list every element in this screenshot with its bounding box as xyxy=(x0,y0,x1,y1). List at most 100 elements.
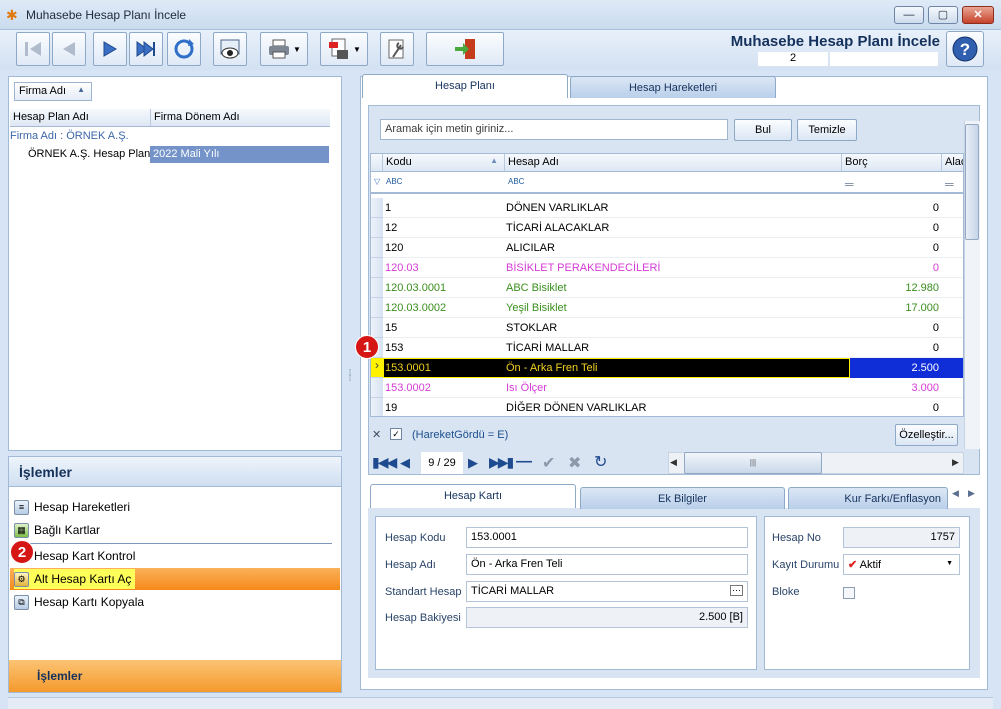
linked-cards-icon: ▦ xyxy=(14,522,29,538)
filter-kodu[interactable]: ABC xyxy=(383,172,505,194)
nav-prev-icon[interactable]: ◀ xyxy=(400,455,410,471)
table-row[interactable]: 120.03.0002 Yeşil Bisiklet 17.000 xyxy=(383,298,963,318)
column-period-name[interactable]: Firma Dönem Adı xyxy=(150,109,330,127)
cell-name: BİSİKLET PERAKENDECİLERİ xyxy=(506,262,661,274)
tab-ek-bilgiler[interactable]: Ek Bilgiler xyxy=(580,487,785,509)
filter-enabled-checkbox[interactable]: ✓ xyxy=(390,428,402,440)
tab-hesap-karti[interactable]: Hesap Kartı xyxy=(370,484,576,508)
tabs-scroll-right-icon[interactable]: ▶ xyxy=(968,488,975,499)
refresh-button[interactable] xyxy=(167,32,201,66)
tab-hesap-plani[interactable]: Hesap Planı xyxy=(362,74,568,98)
standart-hesap-field[interactable]: TİCARİ MALLAR ⋯ xyxy=(466,581,748,602)
row-indicator[interactable] xyxy=(371,278,383,298)
cell-code: 120 xyxy=(385,242,404,254)
cell-name: DÖNEN VARLIKLAR xyxy=(506,202,609,214)
filter-expression[interactable]: (HareketGördü = E) xyxy=(412,429,508,441)
form-title: Muhasebe Hesap Planı İncele xyxy=(730,33,940,50)
tab-kur-farki[interactable]: Kur Farkı/Enflasyon xyxy=(788,487,948,509)
action-alt-hesap-karti-ac[interactable]: ⚙ Alt Hesap Kartı Aç xyxy=(14,569,136,589)
tab-hesap-hareketleri[interactable]: Hesap Hareketleri xyxy=(570,76,776,98)
action-hesap-kart-kontrol[interactable]: Hesap Kart Kontrol xyxy=(34,546,135,566)
bloke-checkbox[interactable] xyxy=(843,587,855,599)
table-row[interactable]: 120.03.0001 ABC Bisiklet 12.980 xyxy=(383,278,963,298)
table-row[interactable]: 120 ALICILAR 0 xyxy=(383,238,963,258)
row-indicator[interactable] xyxy=(371,238,383,258)
cell-debt: 0 xyxy=(932,342,939,354)
minimize-button[interactable]: — xyxy=(894,6,924,24)
tabs-scroll-left-icon[interactable]: ◀ xyxy=(952,488,959,499)
filter-hesap-adi[interactable]: ABC xyxy=(505,172,842,194)
plan-row-name[interactable]: ÖRNEK A.Ş. Hesap Planı xyxy=(28,148,153,160)
table-row[interactable]: 153.0002 Isı Ölçer 3.000 xyxy=(383,378,963,398)
row-indicator[interactable] xyxy=(371,218,383,238)
row-indicator[interactable]: › xyxy=(371,358,383,378)
filter-alacak[interactable]: ═ xyxy=(942,172,963,194)
table-row[interactable]: 153 TİCARİ MALLAR 0 xyxy=(383,338,963,358)
export-pdf-button[interactable]: ▼ xyxy=(320,32,368,66)
nav-next-icon[interactable]: ▶ xyxy=(468,455,478,471)
search-input[interactable]: Aramak için metin giriniz... xyxy=(380,119,728,140)
hesap-kodu-field[interactable]: 153.0001 xyxy=(466,527,748,548)
customize-button[interactable]: Özelleştir... xyxy=(895,424,958,446)
butterfly-icon: ✱ xyxy=(6,7,18,23)
row-indicator[interactable] xyxy=(371,398,383,416)
action-hesap-hareketleri[interactable]: ≡ Hesap Hareketleri xyxy=(14,497,130,517)
print-button[interactable]: ▼ xyxy=(260,32,308,66)
hscroll-right-icon[interactable]: ▶ xyxy=(952,457,959,468)
panel-splitter[interactable]: ⁞ ⁞ xyxy=(347,369,353,394)
cell-debt: 0 xyxy=(932,262,939,274)
kayit-durumu-select[interactable]: ✔ Aktif ▼ xyxy=(843,554,960,575)
nav-last-icon[interactable]: ▶▶▮ xyxy=(489,454,514,471)
table-row[interactable]: 1 DÖNEN VARLIKLAR 0 xyxy=(383,198,963,218)
hesap-adi-field[interactable]: Ön - Arka Fren Teli xyxy=(466,554,748,575)
cell-debt: 12.980 xyxy=(905,282,939,294)
grid-scroll-thumb[interactable] xyxy=(965,124,979,240)
hscroll-thumb[interactable]: ||| xyxy=(684,452,822,474)
filter-clear-icon[interactable]: ✕ xyxy=(372,428,381,441)
nav-delete-icon[interactable]: — xyxy=(516,453,532,471)
row-indicator[interactable] xyxy=(371,318,383,338)
lookup-icon[interactable]: ⋯ xyxy=(730,585,743,596)
last-icon xyxy=(136,40,155,58)
clear-button[interactable]: Temizle xyxy=(797,119,857,141)
table-row[interactable]: 153.0001 Ön - Arka Fren Teli 2.500 xyxy=(383,358,963,378)
group-sort-button[interactable]: Firma Adı ▲ xyxy=(14,82,92,101)
table-row[interactable]: 12 TİCARİ ALACAKLAR 0 xyxy=(383,218,963,238)
row-indicator[interactable] xyxy=(371,378,383,398)
column-plan-name[interactable]: Hesap Plan Adı xyxy=(10,109,150,127)
maximize-button[interactable]: ▢ xyxy=(928,6,958,24)
actions-footer[interactable]: İşlemler xyxy=(9,660,341,692)
nav-first-icon[interactable]: ▮◀◀ xyxy=(372,454,397,471)
row-indicator[interactable] xyxy=(371,298,383,318)
preview-button[interactable] xyxy=(213,32,247,66)
bottom-scrollbar[interactable] xyxy=(8,697,993,709)
last-record-button[interactable] xyxy=(129,32,163,66)
prev-record-button[interactable] xyxy=(52,32,86,66)
table-row[interactable]: 19 DİĞER DÖNEN VARLIKLAR 0 xyxy=(383,398,963,416)
action-label: Alt Hesap Kartı Aç xyxy=(34,572,132,586)
row-indicator[interactable] xyxy=(371,198,383,218)
column-alacak[interactable]: Alac xyxy=(942,154,963,172)
table-row[interactable]: 15 STOKLAR 0 xyxy=(383,318,963,338)
column-hesap-adi[interactable]: Hesap Adı xyxy=(505,154,842,172)
column-kodu[interactable]: Kodu ▲ xyxy=(383,154,505,172)
cell-code: 120.03.0001 xyxy=(385,282,447,294)
action-hesap-karti-kopyala[interactable]: ⧉ Hesap Kartı Kopyala xyxy=(14,592,144,612)
next-record-button[interactable] xyxy=(93,32,127,66)
nav-refresh-icon[interactable]: ↻ xyxy=(594,452,607,472)
table-row[interactable]: 120.03 BİSİKLET PERAKENDECİLERİ 0 xyxy=(383,258,963,278)
column-borc[interactable]: Borç xyxy=(842,154,942,172)
first-record-button[interactable] xyxy=(16,32,50,66)
filter-borc[interactable]: ═ xyxy=(842,172,942,194)
row-indicator[interactable] xyxy=(371,258,383,278)
nav-cancel-icon[interactable]: ✖ xyxy=(568,453,581,473)
close-button[interactable]: ✕ xyxy=(962,6,994,24)
nav-post-icon[interactable]: ✔ xyxy=(542,453,555,473)
exit-button[interactable] xyxy=(426,32,504,66)
plan-row-period[interactable]: 2022 Mali Yılı xyxy=(150,146,329,163)
action-bagli-kartlar[interactable]: ▦ Bağlı Kartlar xyxy=(14,520,100,540)
help-button[interactable]: ? xyxy=(946,31,984,67)
hscroll-left-icon[interactable]: ◀ xyxy=(670,457,677,468)
tools-button[interactable] xyxy=(380,32,414,66)
find-button[interactable]: Bul xyxy=(734,119,792,141)
